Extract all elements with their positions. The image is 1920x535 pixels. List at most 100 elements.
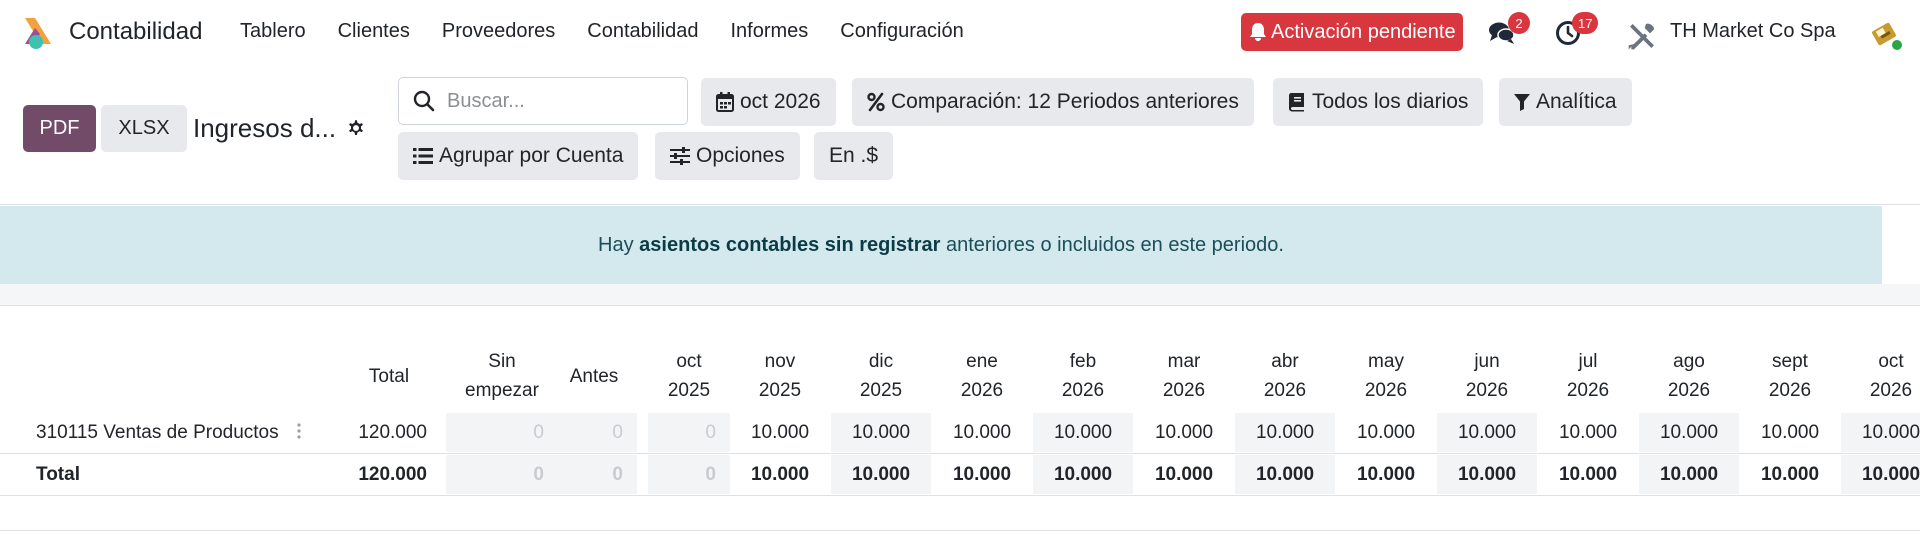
journals-filter-button[interactable]: Todos los diarios (1273, 78, 1484, 126)
column-header: ago 2026 (1639, 347, 1739, 405)
column-header-line: Sin (488, 351, 516, 372)
account-row-label[interactable]: 310115 Ventas de Productos (36, 422, 279, 444)
gear-icon[interactable] (345, 117, 367, 139)
activities-count-badge: 17 (1572, 12, 1599, 34)
column-header: Total (337, 362, 441, 391)
table-cell: 10.000 (952, 463, 1012, 485)
options-button[interactable]: Opciones (655, 132, 800, 180)
report-title: Ingresos d... (193, 113, 337, 143)
column-header-line: 2025 (667, 380, 711, 401)
currency-button[interactable]: En .$ (814, 132, 894, 180)
company-switcher[interactable]: TH Market Co Spa (1670, 20, 1836, 43)
menu-item-tablero[interactable]: Tablero (240, 20, 306, 43)
book-icon (1289, 93, 1304, 112)
comparison-filter-button[interactable]: Comparación: 12 Periodos anteriores (852, 78, 1254, 126)
table-cell: 10.000 (1437, 455, 1537, 494)
table-cell: 120.000 (358, 463, 427, 485)
table-cell: 0 (446, 413, 558, 452)
accounting-app-icon[interactable] (22, 14, 54, 50)
online-status-dot (1890, 38, 1904, 52)
search-icon (413, 90, 435, 112)
row-options-icon[interactable] (296, 423, 302, 439)
menu-item-proveedores[interactable]: Proveedores (442, 20, 555, 43)
table-cell[interactable]: 10.000 (932, 413, 1032, 452)
percent-icon (867, 92, 885, 112)
column-header-line: 2026 (960, 380, 1004, 401)
menu-item-configuracion[interactable]: Configuración (840, 20, 963, 43)
analytic-filter-label: Analítica (1536, 90, 1617, 113)
table-cell: 10.000 (1841, 455, 1920, 494)
search-bar[interactable] (398, 77, 688, 125)
table-cell[interactable]: 10.000 (1437, 413, 1537, 452)
table-cell[interactable]: 10.000 (730, 413, 830, 452)
table-cell[interactable]: 10.000 (1336, 413, 1436, 452)
column-header-line: ago (1673, 351, 1705, 372)
table-cell[interactable]: 10.000 (1134, 413, 1234, 452)
column-header-line: nov (764, 351, 796, 372)
messages-count-badge: 2 (1508, 12, 1530, 34)
column-header-line: dic (868, 351, 894, 372)
analytic-filter-button[interactable]: Analítica (1499, 78, 1632, 126)
column-header-line: empezar (465, 380, 539, 401)
table-bottom-divider (0, 530, 1920, 531)
unposted-entries-link[interactable]: asientos contables sin registrar (639, 234, 940, 257)
messages-button[interactable]: 2 (1488, 12, 1530, 48)
tools-icon[interactable] (1626, 20, 1658, 52)
column-header-line: 2026 (1162, 380, 1206, 401)
sliders-icon (670, 147, 690, 165)
top-navbar: Contabilidad Tablero Clientes Proveedore… (0, 0, 1920, 64)
date-filter-button[interactable]: oct 2026 (701, 78, 836, 126)
pdf-button[interactable]: PDF (23, 105, 96, 152)
table-cell: 10.000 (750, 463, 810, 485)
table-cell[interactable]: 10.000 (1740, 413, 1840, 452)
column-header: feb 2026 (1033, 347, 1133, 405)
row-divider (0, 453, 1920, 454)
column-header-line: 2026 (1869, 380, 1913, 401)
table-cell: 10.000 (1558, 463, 1618, 485)
table-cell: 10.000 (1356, 463, 1416, 485)
alert-prefix: Hay (598, 233, 640, 256)
activities-button[interactable]: 17 (1555, 12, 1599, 48)
menu-item-contabilidad[interactable]: Contabilidad (587, 20, 698, 43)
table-cell: 10.000 (1235, 455, 1335, 494)
column-header-line: 2026 (1263, 380, 1307, 401)
calendar-icon (716, 92, 734, 112)
activation-pending-button[interactable]: Activación pendiente (1241, 13, 1463, 51)
table-cell[interactable]: 10.000 (1841, 413, 1920, 452)
table-cell: 10.000 (831, 455, 931, 494)
table-cell: 0 (648, 413, 730, 452)
app-name[interactable]: Contabilidad (69, 18, 202, 46)
menu-item-clientes[interactable]: Clientes (338, 20, 410, 43)
table-cell: 10.000 (1154, 463, 1214, 485)
column-header-line: feb (1069, 351, 1097, 372)
column-header-line: jul (1578, 351, 1598, 372)
column-header-line: 2026 (1364, 380, 1408, 401)
list-icon (413, 148, 433, 164)
user-avatar[interactable] (1870, 18, 1904, 52)
column-header: may 2026 (1336, 347, 1436, 405)
column-header: Sin empezar (446, 347, 558, 405)
table-cell: 10.000 (1760, 463, 1820, 485)
table-cell[interactable]: 10.000 (1538, 413, 1638, 452)
column-header-line: oct (1878, 351, 1904, 372)
column-header: abr 2026 (1235, 347, 1335, 405)
date-filter-label: oct 2026 (740, 90, 821, 113)
table-cell[interactable]: 10.000 (1639, 413, 1739, 452)
column-header: Antes (551, 362, 637, 391)
table-cell[interactable]: 10.000 (1235, 413, 1335, 452)
table-cell[interactable]: 10.000 (1033, 413, 1133, 452)
table-cell[interactable]: 120.000 (337, 413, 441, 452)
menu-item-informes[interactable]: Informes (730, 20, 808, 43)
column-header-line: 2026 (1667, 380, 1711, 401)
xlsx-button[interactable]: XLSX (101, 105, 187, 152)
search-input[interactable] (447, 89, 667, 113)
table-cell: 0 (648, 455, 730, 494)
group-by-account-button[interactable]: Agrupar por Cuenta (398, 132, 639, 180)
control-panel-divider (0, 204, 1920, 205)
column-header-line: 2026 (1566, 380, 1610, 401)
column-header: sept 2026 (1740, 347, 1840, 405)
main-menu: Tablero Clientes Proveedores Contabilida… (240, 20, 964, 43)
column-header-line: abr (1271, 351, 1299, 372)
column-header-line: 2026 (1465, 380, 1509, 401)
table-cell[interactable]: 10.000 (831, 413, 931, 452)
